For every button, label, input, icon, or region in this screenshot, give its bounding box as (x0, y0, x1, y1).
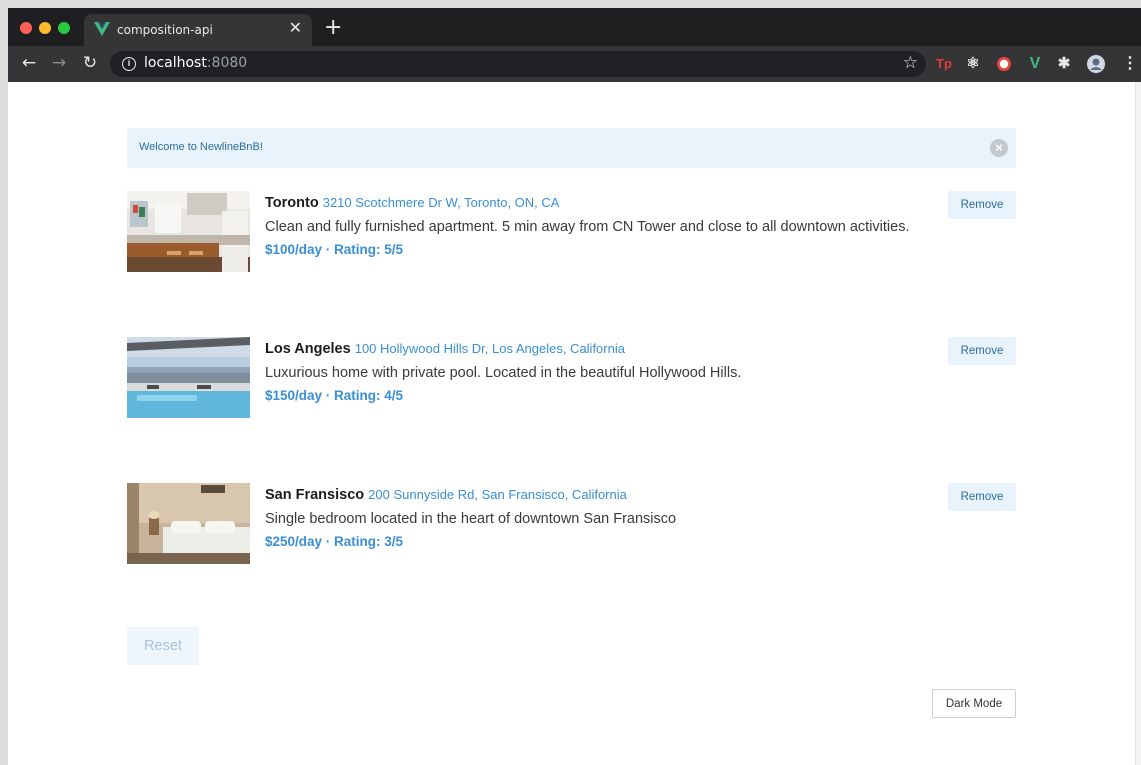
profile-avatar-icon[interactable] (1086, 54, 1106, 74)
listing-city: Toronto (265, 195, 319, 211)
tp-extension-icon[interactable]: Tp (934, 54, 954, 74)
listing-info: Toronto 3210 Scotchmere Dr W, Toronto, O… (265, 194, 925, 260)
listing-item: Toronto 3210 Scotchmere Dr W, Toronto, O… (127, 191, 1016, 291)
address-bar[interactable]: i localhost:8080 ☆ (110, 51, 926, 77)
reload-icon[interactable]: ↻ (79, 52, 101, 74)
listing-heading: Los Angeles 100 Hollywood Hills Dr, Los … (265, 340, 925, 358)
forward-arrow-icon[interactable]: → (48, 52, 70, 74)
dark-mode-button[interactable]: Dark Mode (932, 689, 1016, 718)
alert-message: Welcome to NewlineBnB! (139, 141, 263, 153)
listing-price-rating: $250/day · Rating: 3/5 (265, 534, 404, 549)
listing-description: Luxurious home with private pool. Locate… (265, 365, 742, 381)
listing-description: Single bedroom located in the heart of d… (265, 511, 677, 527)
listing-description: Clean and fully furnished apartment. 5 m… (265, 219, 910, 235)
remove-button[interactable]: Remove (948, 191, 1016, 219)
browser-toolbar: ← → ↻ i localhost:8080 ☆ Tp ⚛ V ✱ ⋮ (8, 46, 1141, 82)
listing-city: Los Angeles (265, 341, 351, 357)
listing-address: 3210 Scotchmere Dr W, Toronto, ON, CA (322, 195, 560, 210)
tab-close-icon[interactable]: ✕ (289, 20, 302, 38)
new-tab-icon[interactable]: + (324, 17, 342, 39)
page-scrollbar[interactable] (1135, 82, 1141, 765)
back-arrow-icon[interactable]: ← (18, 52, 40, 74)
url-port: :8080 (206, 55, 248, 71)
page-content: Welcome to NewlineBnB! × Toronto 3210 Sc… (8, 82, 1141, 765)
vue-favicon-icon (94, 22, 110, 36)
listing-heading: San Fransisco 200 Sunnyside Rd, San Fran… (265, 486, 925, 504)
alert-close-icon[interactable]: × (990, 139, 1008, 157)
browser-menu-icon[interactable]: ⋮ (1120, 54, 1140, 74)
tab-strip: composition-api ✕ + (8, 8, 1141, 46)
welcome-alert: Welcome to NewlineBnB! × (127, 128, 1016, 168)
listing-info: Los Angeles 100 Hollywood Hills Dr, Los … (265, 340, 925, 406)
reset-button[interactable]: Reset (127, 627, 199, 665)
listing-city: San Fransisco (265, 487, 365, 503)
site-info-icon[interactable]: i (122, 57, 136, 71)
listing-item: Los Angeles 100 Hollywood Hills Dr, Los … (127, 337, 1016, 437)
bedroom-photo (127, 483, 250, 564)
listing-info: San Fransisco 200 Sunnyside Rd, San Fran… (265, 486, 925, 552)
extensions-puzzle-icon[interactable]: ✱ (1054, 54, 1074, 74)
tab-title: composition-api (117, 23, 213, 37)
bookmark-star-icon[interactable]: ☆ (903, 53, 918, 73)
react-devtools-icon[interactable]: ⚛ (963, 54, 983, 74)
vue-devtools-icon[interactable]: V (1025, 54, 1045, 74)
window-close-button[interactable] (20, 22, 32, 34)
browser-window: composition-api ✕ + ← → ↻ i localhost:80… (8, 8, 1141, 765)
remove-button[interactable]: Remove (948, 337, 1016, 365)
url-text: localhost:8080 (144, 55, 247, 71)
kitchen-photo (127, 191, 250, 272)
window-maximize-button[interactable] (58, 22, 70, 34)
listing-address: 100 Hollywood Hills Dr, Los Angeles, Cal… (354, 341, 625, 356)
browser-tab[interactable]: composition-api ✕ (84, 14, 312, 46)
pool-photo (127, 337, 250, 418)
listing-heading: Toronto 3210 Scotchmere Dr W, Toronto, O… (265, 194, 925, 212)
remove-button[interactable]: Remove (948, 483, 1016, 511)
listing-address: 200 Sunnyside Rd, San Fransisco, Califor… (368, 487, 627, 502)
listing-price-rating: $150/day · Rating: 4/5 (265, 388, 404, 403)
url-host: localhost (144, 55, 207, 71)
listing-price-rating: $100/day · Rating: 5/5 (265, 242, 404, 257)
window-minimize-button[interactable] (39, 22, 51, 34)
listing-item: San Fransisco 200 Sunnyside Rd, San Fran… (127, 483, 1016, 583)
record-icon[interactable] (994, 54, 1014, 74)
